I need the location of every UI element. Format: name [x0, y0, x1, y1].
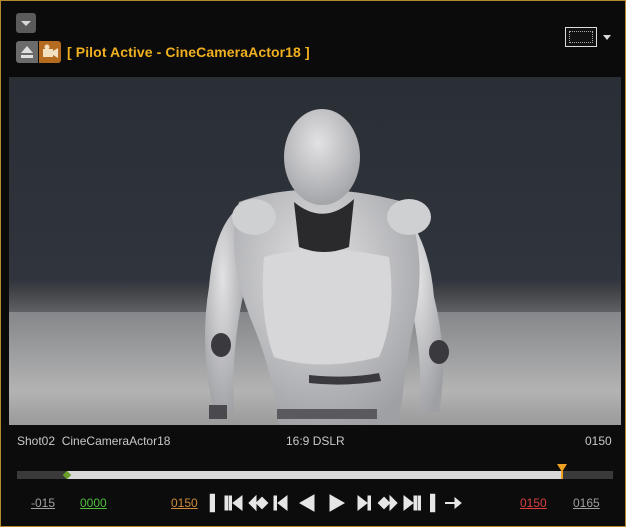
playhead-handle[interactable] [557, 464, 567, 472]
viewport-toolbar: [ Pilot Active - CineCameraActor18 ] [1, 1, 625, 77]
shot-camera-label: Shot02 CineCameraActor18 [17, 434, 170, 448]
previous-key-icon[interactable] [247, 492, 269, 514]
step-back-icon[interactable] [272, 492, 290, 514]
play-icon[interactable] [327, 492, 347, 514]
playhead-line [561, 471, 563, 479]
playback-range [67, 471, 561, 479]
jump-to-end-icon[interactable] [401, 492, 423, 514]
play-reverse-icon[interactable] [297, 492, 317, 514]
viewport-frame: [ Pilot Active - CineCameraActor18 ] Sho… [0, 0, 626, 527]
viewport-layout-icon[interactable] [565, 27, 597, 47]
camera-pilot-icon [43, 44, 58, 58]
timeline-scrubber[interactable] [17, 464, 613, 480]
eject-pilot-button[interactable] [16, 41, 38, 63]
pilot-camera-button[interactable] [39, 41, 61, 63]
end-frame-label: 0150 [585, 434, 612, 448]
camera-name: CineCameraActor18 [61, 434, 171, 448]
jump-to-start-icon[interactable] [223, 492, 245, 514]
view-start-frame[interactable]: -015 [31, 496, 55, 510]
pilot-title: [ Pilot Active - CineCameraActor18 ] [67, 44, 310, 60]
chevron-down-icon[interactable] [603, 35, 611, 40]
next-key-icon[interactable] [377, 492, 399, 514]
playback-end-frame[interactable]: 0150 [520, 496, 547, 510]
filmback-preset: 16:9 DSLR [286, 434, 345, 448]
playback-start-frame[interactable]: 0000 [80, 496, 107, 510]
view-end-frame[interactable]: 0165 [573, 496, 600, 510]
viewport-options-menu-button[interactable] [16, 13, 36, 33]
scene-viewport[interactable] [9, 77, 621, 425]
shot-name: Shot02 [17, 434, 56, 448]
mannequin-character [205, 109, 449, 425]
range-start-bracket-icon[interactable] [207, 492, 219, 514]
range-end-bracket-icon[interactable] [427, 492, 439, 514]
eject-icon [21, 46, 33, 58]
cinematic-info-bar: Shot02 CineCameraActor18 16:9 DSLR 0150 … [1, 425, 625, 525]
step-forward-icon[interactable] [355, 492, 373, 514]
transport-controls [207, 492, 467, 514]
loop-mode-icon[interactable] [443, 492, 463, 514]
current-frame[interactable]: 0150 [171, 496, 198, 510]
